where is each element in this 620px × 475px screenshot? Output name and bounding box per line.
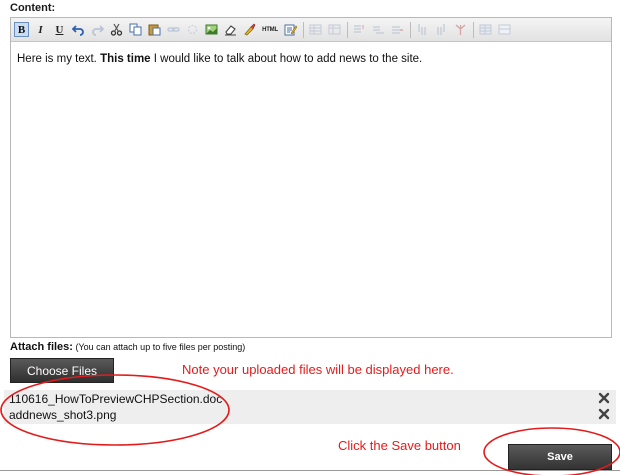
table-icon[interactable] [308,22,323,37]
image-icon[interactable] [204,22,219,37]
uploaded-files-list: 110616_HowToPreviewCHPSection.doc addnew… [4,390,616,424]
toolbar-separator [303,21,304,38]
undo-icon[interactable] [71,22,86,37]
editor-text-plain: Here is my text. [17,53,101,65]
delete-row-icon[interactable] [371,22,386,37]
copy-icon[interactable] [128,22,143,37]
cell-properties-icon[interactable] [478,22,493,37]
underline-button[interactable]: U [52,22,67,37]
file-row: 110616_HowToPreviewCHPSection.doc [4,391,616,407]
choose-files-button[interactable]: Choose Files [10,358,114,383]
unlink-icon[interactable] [185,22,200,37]
edit-note-icon[interactable] [283,22,298,37]
attach-files-hint: (You can attach up to five files per pos… [72,342,246,352]
italic-button[interactable]: I [33,22,48,37]
table-properties-icon[interactable] [327,22,342,37]
editor-text-plain: I would like to talk about how to add ne… [150,53,423,65]
bold-button[interactable]: B [14,22,29,37]
html-source-button[interactable]: HTML [261,22,279,37]
file-name[interactable]: addnews_shot3.png [9,408,116,422]
editor-text-bold: This time [100,53,151,65]
redo-icon[interactable] [90,22,105,37]
bottom-divider [0,470,620,471]
insert-row-icon[interactable] [352,22,367,37]
toolbar-separator [410,21,411,38]
cut-icon[interactable] [109,22,124,37]
link-icon[interactable] [166,22,181,37]
content-label: Content: [10,2,56,14]
split-cells-icon[interactable] [453,22,468,37]
editor-content[interactable]: Here is my text. This time I would like … [11,42,611,76]
rich-text-editor[interactable]: B I U HTML Here is my text. This time I … [10,17,612,338]
attach-files-row: Attach files: (You can attach up to five… [10,341,245,353]
file-name[interactable]: 110616_HowToPreviewCHPSection.doc [9,392,222,406]
delete-column-icon[interactable] [434,22,449,37]
remove-file-icon[interactable] [598,408,612,422]
eraser-icon[interactable] [223,22,238,37]
attach-files-label: Attach files: [10,341,73,353]
file-row: addnews_shot3.png [4,407,616,423]
uploaded-files-note: Note your uploaded files will be display… [182,362,454,377]
save-button[interactable]: Save [508,444,612,470]
toolbar-separator [473,21,474,38]
toolbar-separator [347,21,348,38]
insert-column-icon[interactable] [415,22,430,37]
merge-cells-icon[interactable] [390,22,405,37]
paste-icon[interactable] [147,22,162,37]
format-brush-icon[interactable] [242,22,257,37]
editor-toolbar: B I U HTML [11,18,611,42]
row-properties-icon[interactable] [497,22,512,37]
save-hint-note: Click the Save button [338,438,461,453]
remove-file-icon[interactable] [598,392,612,406]
